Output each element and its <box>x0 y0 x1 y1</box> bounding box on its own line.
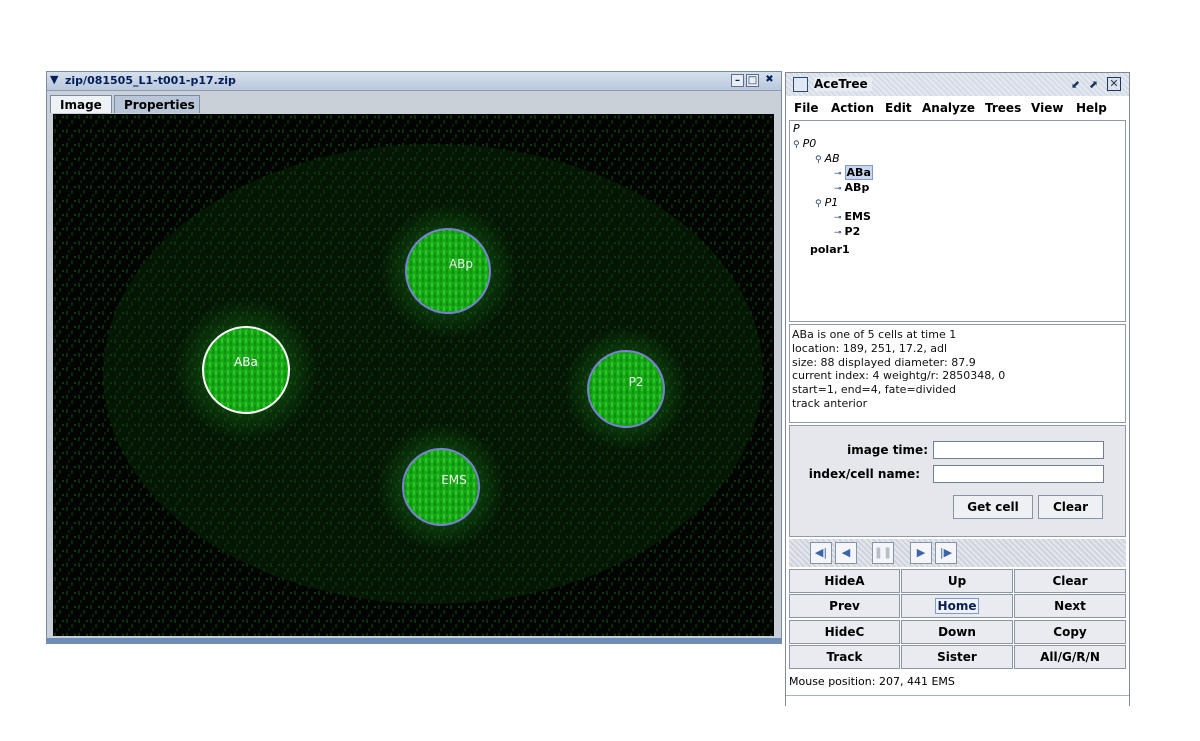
app-icon <box>793 77 808 92</box>
acetree-window: AceTree ⬋ ⬈ ✕ File Action Edit Analyze T… <box>785 72 1130 706</box>
cell-lookup-form: image time: index/cell name: Get cell Cl… <box>789 425 1126 537</box>
down-button[interactable]: Down <box>901 620 1013 644</box>
image-window-titlebar[interactable]: ▼ zip/081505_L1-t001-p17.zip – □ ✖ <box>47 72 781 91</box>
info-line: track anterior <box>792 396 868 410</box>
close-icon[interactable]: ✕ <box>1107 77 1121 91</box>
maximize-icon[interactable]: □ <box>746 74 759 87</box>
window-bottom-border <box>786 695 1129 706</box>
menu-action[interactable]: Action <box>831 101 874 115</box>
cell-marker[interactable]: ABa <box>174 298 318 442</box>
cell-label-abp: ABp <box>449 257 473 271</box>
navigation-button-grid: HideA Up Clear Prev Home Next HideC Down… <box>789 569 1126 671</box>
tree-node-ems[interactable]: EMS <box>845 210 871 223</box>
play-forward-icon[interactable]: ▶ <box>910 542 932 564</box>
track-button[interactable]: Track <box>789 645 900 669</box>
tree-expand-icon[interactable]: ⚲ <box>793 140 800 150</box>
menu-edit[interactable]: Edit <box>885 101 912 115</box>
tree-leaf-icon: ⊸ <box>834 213 842 223</box>
info-line: location: 189, 251, 17.2, adl <box>792 341 948 355</box>
tab-image[interactable]: Image <box>50 95 112 113</box>
pause-icon[interactable]: ❚❚ <box>872 542 894 564</box>
cell-label-aba: ABa <box>234 355 258 369</box>
menu-trees[interactable]: Trees <box>985 101 1021 115</box>
cell-marker[interactable]: P2 <box>564 327 688 451</box>
up-button[interactable]: Up <box>901 569 1013 593</box>
close-icon[interactable]: ✖ <box>763 74 776 87</box>
image-window: ▼ zip/081505_L1-t001-p17.zip – □ ✖ Image… <box>46 71 782 644</box>
get-cell-button[interactable]: Get cell <box>953 495 1033 519</box>
tree-node-p0[interactable]: P0 <box>803 137 817 150</box>
menu-help[interactable]: Help <box>1076 101 1107 115</box>
next-button[interactable]: Next <box>1014 594 1126 618</box>
mouse-position-status: Mouse position: 207, 441 EMS <box>789 675 955 688</box>
image-time-input[interactable] <box>933 441 1104 459</box>
step-forward-icon[interactable]: |▶ <box>935 542 957 564</box>
hidea-button[interactable]: HideA <box>789 569 900 593</box>
minimize-icon[interactable]: – <box>731 74 744 87</box>
lineage-tree[interactable]: P ⚲ P0 ⚲ AB ⊸ ABa ⊸ ABp ⚲ P1 ⊸ EMS ⊸ P2 polar1 <box>789 120 1126 322</box>
menu-view[interactable]: View <box>1031 101 1063 115</box>
home-button[interactable]: Home <box>901 594 1013 618</box>
cell-marker[interactable]: ABp <box>380 203 516 339</box>
tree-leaf-icon: ⊸ <box>834 184 842 194</box>
home-button-label: Home <box>934 598 980 614</box>
copy-button[interactable]: Copy <box>1014 620 1126 644</box>
tree-node-p1[interactable]: P1 <box>825 196 839 209</box>
window-bottom-border <box>47 638 781 643</box>
image-time-label: image time: <box>847 443 928 457</box>
prev-button[interactable]: Prev <box>789 594 900 618</box>
cell-info-panel: ABa is one of 5 cells at time 1 location… <box>789 324 1126 423</box>
tree-leaf-icon: ⊸ <box>834 228 842 238</box>
tree-node-p2[interactable]: P2 <box>845 225 861 238</box>
cell-name-input[interactable] <box>933 465 1104 483</box>
iconify-icon[interactable]: ⬋ <box>1068 77 1083 92</box>
info-line: start=1, end=4, fate=divided <box>792 383 957 397</box>
tree-leaf-icon: ⊸ <box>834 169 842 179</box>
cell-label-ems: EMS <box>441 473 467 487</box>
tree-node-aba[interactable]: ABa <box>844 165 873 180</box>
cell-marker[interactable]: EMS <box>377 423 505 551</box>
sister-button[interactable]: Sister <box>901 645 1013 669</box>
clear-form-button[interactable]: Clear <box>1038 495 1103 519</box>
window-menu-chevron-icon[interactable]: ▼ <box>50 73 63 87</box>
step-back-icon[interactable]: ◀| <box>810 542 832 564</box>
tree-expand-icon[interactable]: ⚲ <box>815 199 822 209</box>
embryo-image-svg: ABa ABp P2 EMS <box>53 114 774 636</box>
cell-label-p2: P2 <box>629 375 644 389</box>
tab-properties[interactable]: Properties <box>114 95 200 113</box>
acetree-title: AceTree <box>814 77 872 91</box>
info-line: current index: 4 weightg/r: 2850348, 0 <box>792 369 1006 383</box>
tree-node-ab[interactable]: AB <box>825 152 840 165</box>
all-grn-button[interactable]: All/G/R/N <box>1014 645 1126 669</box>
menu-analyze[interactable]: Analyze <box>922 101 975 115</box>
image-window-title: zip/081505_L1-t001-p17.zip <box>65 74 236 87</box>
tree-node-polar1[interactable]: polar1 <box>810 243 850 256</box>
clear-button[interactable]: Clear <box>1014 569 1126 593</box>
cell-name-label: index/cell name: <box>808 467 920 481</box>
acetree-titlebar[interactable]: AceTree ⬋ ⬈ ✕ <box>786 73 1129 96</box>
info-line: size: 88 displayed diameter: 87.9 <box>792 355 976 369</box>
info-line: ABa is one of 5 cells at time 1 <box>792 328 957 341</box>
hidec-button[interactable]: HideC <box>789 620 900 644</box>
play-back-icon[interactable]: ◀ <box>835 542 857 564</box>
menu-bar: File Action Edit Analyze Trees View Help <box>786 98 1129 118</box>
tree-node-abp[interactable]: ABp <box>845 181 870 194</box>
menu-file[interactable]: File <box>794 101 819 115</box>
tree-expand-icon[interactable]: ⚲ <box>815 155 822 165</box>
tree-node-p[interactable]: P <box>793 122 800 135</box>
maximize-icon[interactable]: ⬈ <box>1086 77 1101 92</box>
playback-toolbar: ◀| ◀ ❚❚ ▶ |▶ <box>789 539 1126 567</box>
embryo-image-canvas[interactable]: ABa ABp P2 EMS <box>53 114 774 636</box>
